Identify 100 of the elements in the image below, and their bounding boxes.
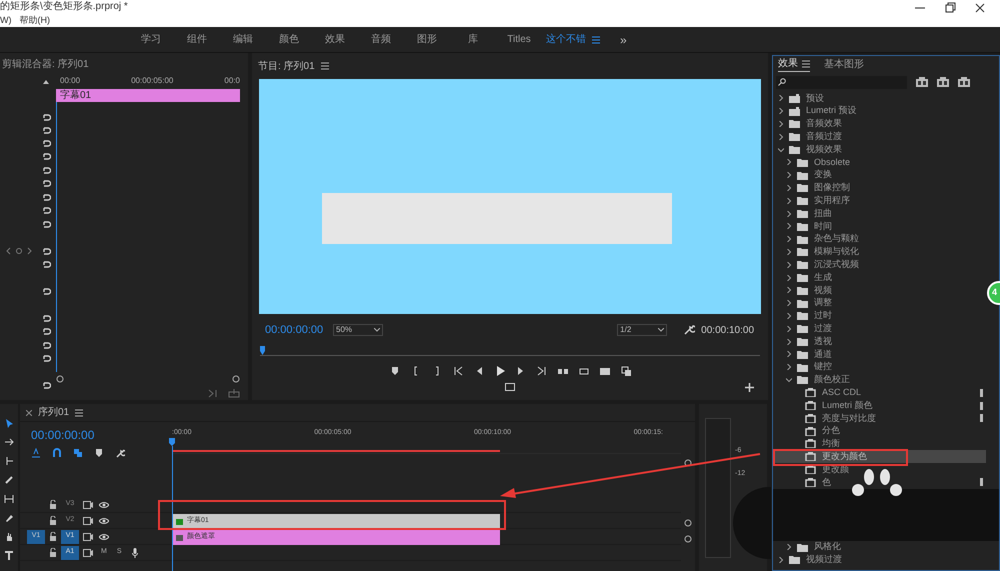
32bit-filter-icon[interactable] <box>937 77 949 87</box>
resolution-dropdown[interactable]: 1/2 <box>617 324 668 336</box>
tree-item[interactable]: 键控 <box>773 360 986 374</box>
reset-icon[interactable] <box>41 260 51 270</box>
lock-icon[interactable] <box>49 500 57 509</box>
tree-item[interactable]: 扭曲 <box>773 207 986 220</box>
tree-item[interactable]: 颜色校正 <box>773 374 986 386</box>
chevron-right-icon[interactable] <box>786 326 792 332</box>
hand-icon[interactable] <box>4 532 14 542</box>
tree-item[interactable]: Obsolete <box>773 156 986 169</box>
camera-icon[interactable] <box>600 366 610 376</box>
reset-icon[interactable] <box>41 126 51 136</box>
reset-icon[interactable] <box>41 113 51 123</box>
go-to-in-icon[interactable] <box>452 366 462 376</box>
tree-item[interactable]: 通道 <box>773 348 986 361</box>
sync-lock-icon[interactable] <box>83 532 93 540</box>
workspace-tab[interactable]: 组件 <box>174 26 220 52</box>
chevron-right-icon[interactable] <box>786 184 792 191</box>
chevron-right-icon[interactable] <box>786 351 792 358</box>
chevron-right-icon[interactable] <box>778 95 784 102</box>
overflow-button[interactable]: » <box>620 30 627 48</box>
reset-icon[interactable] <box>41 381 51 391</box>
menu-item[interactable]: 帮助(H) <box>20 14 50 27</box>
chevron-right-icon[interactable] <box>778 556 784 563</box>
add-button-icon[interactable] <box>745 382 754 392</box>
chevron-right-icon[interactable] <box>786 274 792 281</box>
workspace-tab[interactable]: 学习 <box>128 26 174 52</box>
selection-tool-icon[interactable] <box>4 418 14 428</box>
panel-tab[interactable]: 基本图形 <box>824 56 864 72</box>
reset-icon[interactable] <box>41 206 51 216</box>
menu-icon[interactable] <box>802 60 810 68</box>
lock-icon[interactable] <box>49 548 57 557</box>
export-icon[interactable] <box>228 388 240 398</box>
chevron-right-icon[interactable] <box>786 210 792 217</box>
tree-item[interactable]: 视频效果 <box>773 143 986 156</box>
playhead-icon[interactable] <box>169 438 175 446</box>
chevron-right-icon[interactable] <box>786 312 792 319</box>
tree-item[interactable]: 风格化 <box>773 540 986 554</box>
search-field[interactable] <box>776 76 907 88</box>
reset-icon[interactable] <box>41 247 51 257</box>
chevron-down-icon[interactable] <box>778 146 784 153</box>
zoom-dropdown[interactable]: 50% <box>333 324 383 336</box>
tree-item[interactable]: 视频过渡 <box>773 554 986 566</box>
linked-selection-icon[interactable] <box>73 448 83 458</box>
tree-item[interactable]: 视频 <box>773 284 986 297</box>
sync-lock-icon[interactable] <box>83 516 93 524</box>
playhead-icon[interactable] <box>260 346 265 355</box>
keyframe-nav-icon[interactable] <box>6 247 32 255</box>
menu-icon[interactable] <box>592 36 600 44</box>
tree-item[interactable]: 实用程序 <box>773 194 986 208</box>
ripple-edit-icon[interactable] <box>4 456 14 466</box>
workspace-tab[interactable]: 编辑 <box>220 26 266 52</box>
reset-icon[interactable] <box>41 220 51 230</box>
insert-icon[interactable] <box>558 366 568 376</box>
yuv-filter-icon[interactable] <box>958 77 970 87</box>
tree-item[interactable]: 音频效果 <box>773 118 986 130</box>
tree-item[interactable]: 预设 <box>773 92 986 105</box>
tree-item[interactable]: 过渡 <box>773 322 986 336</box>
chevron-right-icon[interactable] <box>786 236 792 242</box>
tree-item[interactable]: 均衡 <box>773 438 986 450</box>
reset-icon[interactable] <box>41 354 51 364</box>
chevron-right-icon[interactable] <box>778 120 784 127</box>
tree-item[interactable]: 分色 <box>773 424 986 438</box>
tree-item[interactable]: ASC CDL <box>773 386 986 400</box>
snap-icon[interactable] <box>52 448 62 458</box>
type-tool-icon[interactable] <box>4 551 14 561</box>
sync-lock-icon[interactable] <box>83 500 93 508</box>
pen-icon[interactable] <box>4 513 14 523</box>
chevron-right-icon[interactable] <box>786 198 792 204</box>
workspace-tab[interactable]: 图形 <box>404 26 450 52</box>
tree-item[interactable]: 杂色与颗粒 <box>773 232 986 246</box>
chevron-right-icon[interactable] <box>786 248 792 255</box>
reset-icon[interactable] <box>41 139 51 149</box>
panel-tab[interactable]: 效果 <box>778 56 810 72</box>
marker-icon[interactable] <box>390 366 400 376</box>
lock-icon[interactable] <box>49 516 57 525</box>
overwrite-icon[interactable] <box>578 366 588 376</box>
go-to-out-icon[interactable] <box>536 366 546 376</box>
workspace-tab[interactable]: 这个不错 <box>542 26 604 52</box>
tree-item[interactable]: 沉浸式视频 <box>773 258 986 272</box>
wrench-icon[interactable] <box>683 324 696 336</box>
eye-icon[interactable] <box>99 534 109 540</box>
chevron-right-icon[interactable] <box>778 108 784 114</box>
wrench-icon[interactable] <box>115 448 125 458</box>
reset-icon[interactable] <box>41 179 51 189</box>
tree-item[interactable]: 调整 <box>773 296 986 310</box>
chevron-right-icon[interactable] <box>786 159 792 166</box>
tree-item[interactable]: 亮度与对比度 <box>773 412 986 425</box>
menu-icon[interactable] <box>320 62 329 70</box>
menu-item[interactable]: W) <box>0 14 12 27</box>
reset-icon[interactable] <box>41 327 51 337</box>
reset-icon[interactable] <box>41 341 51 351</box>
scroll-handle-icon[interactable] <box>232 375 240 383</box>
reset-icon[interactable] <box>41 287 51 297</box>
razor-icon[interactable] <box>4 475 14 485</box>
reset-icon[interactable] <box>41 314 51 324</box>
reset-icon[interactable] <box>41 166 51 176</box>
tree-item[interactable]: 生成 <box>773 271 986 284</box>
reset-icon[interactable] <box>41 193 51 203</box>
workspace-tab[interactable]: Titles <box>496 26 542 52</box>
